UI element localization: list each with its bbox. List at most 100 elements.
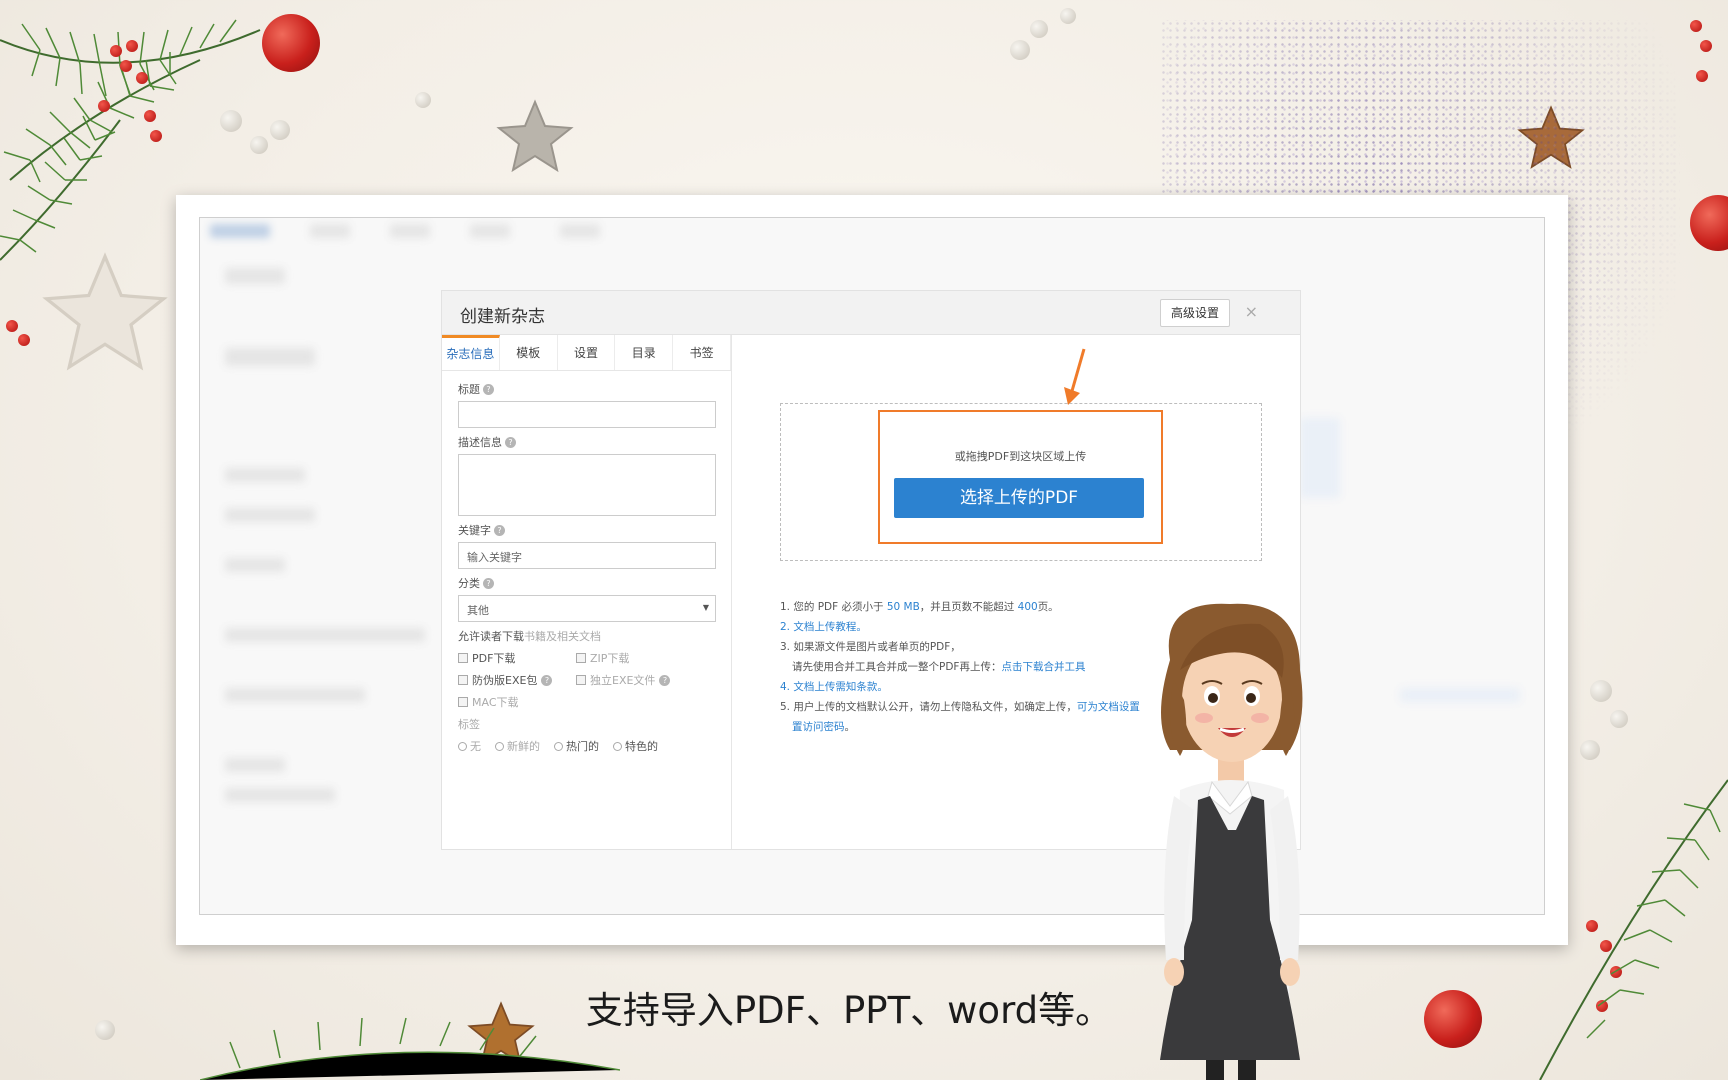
permissions-label-faint: 书籍及相关文档 — [524, 630, 601, 643]
keywords-label: 关键字 ? — [458, 522, 715, 538]
help-icon[interactable]: ? — [494, 524, 505, 536]
anti-exe-checkbox[interactable]: 防伪版EXE包? — [458, 672, 576, 688]
white-berry — [220, 110, 242, 132]
berry — [98, 100, 110, 112]
help-icon[interactable]: ? — [541, 674, 553, 686]
tag-radio-new[interactable]: 新鲜的 — [495, 738, 540, 754]
tab-magazine-info[interactable]: 杂志信息 — [442, 335, 500, 370]
note-4-link[interactable]: 4. 文档上传需知条款。 — [780, 677, 1200, 697]
radio-circle[interactable] — [458, 742, 467, 751]
anti-exe-label: 防伪版EXE包 — [472, 674, 538, 687]
tab-settings[interactable]: 设置 — [558, 335, 616, 370]
radio-circle[interactable] — [613, 742, 622, 751]
help-icon[interactable]: ? — [483, 577, 494, 589]
pdf-download-checkbox[interactable]: PDF下载 — [458, 650, 576, 666]
title-label-text: 标题 — [458, 383, 480, 396]
white-berry — [1610, 710, 1628, 728]
radio-circle[interactable] — [495, 742, 504, 751]
note-5: 5. 用户上传的文档默认公开，请勿上传隐私文件，如确定上传，可为文档设置 — [780, 697, 1200, 717]
tag-radio-hot[interactable]: 热门的 — [554, 738, 599, 754]
description-label-text: 描述信息 — [458, 436, 502, 449]
note-3: 3. 如果源文件是图片或者单页的PDF， — [780, 641, 961, 653]
help-icon[interactable]: ? — [483, 383, 494, 395]
tag-label-hot: 热门的 — [566, 740, 599, 753]
note-5-text: 5. 用户上传的文档默认公开，请勿上传隐私文件，如确定上传， — [780, 701, 1077, 713]
tag-radio-none[interactable]: 无 — [458, 738, 481, 754]
white-berry — [1030, 20, 1048, 38]
checkbox-box[interactable] — [576, 675, 586, 685]
magazine-info-form: 标题 ? 描述信息 ? 关键字 ? 输入关键字 分类 ? 其他 ▼ 允许读者下载… — [442, 371, 731, 760]
pdf-download-label: PDF下载 — [472, 652, 516, 665]
select-pdf-upload-button[interactable]: 选择上传的PDF — [894, 478, 1144, 518]
berry — [126, 40, 138, 52]
video-subtitle: 支持导入PDF、PPT、word等。 — [0, 980, 1728, 1034]
help-icon[interactable]: ? — [505, 436, 516, 448]
dialog-title: 创建新杂志 — [460, 307, 545, 327]
category-selected-value: 其他 — [467, 604, 489, 617]
category-select[interactable]: 其他 ▼ — [458, 595, 716, 622]
chevron-down-icon: ▼ — [702, 603, 709, 612]
tag-label: 标签 — [458, 718, 480, 731]
tab-contents[interactable]: 目录 — [615, 335, 674, 370]
checkbox-box[interactable] — [458, 675, 468, 685]
note-5-post: 。 — [844, 721, 856, 733]
mac-download-label: MAC下载 — [472, 696, 519, 709]
tab-bookmarks[interactable]: 书签 — [673, 335, 731, 370]
ornament-red-top — [262, 14, 320, 72]
zip-download-checkbox[interactable]: ZIP下载 — [576, 650, 694, 666]
note-1-post: 页。 — [1037, 601, 1059, 613]
note-1-pages: 400 — [1017, 601, 1038, 613]
advanced-settings-button[interactable]: 高级设置 — [1159, 299, 1230, 327]
tag-radio-featured[interactable]: 特色的 — [613, 738, 658, 754]
note-2-link[interactable]: 2. 文档上传教程。 — [780, 617, 1200, 637]
berry — [6, 320, 18, 332]
radio-circle[interactable] — [554, 742, 563, 751]
checkbox-box[interactable] — [458, 653, 468, 663]
tab-template[interactable]: 模板 — [500, 335, 558, 370]
checkbox-row: PDF下载 ZIP下载 — [458, 650, 715, 666]
note-3b: 请先使用合并工具合并成一整个PDF再上传：点击下载合并工具 — [780, 657, 1200, 677]
note-1-mid: ，并且页数不能超过 — [919, 601, 1018, 613]
help-icon[interactable]: ? — [659, 674, 671, 686]
standalone-exe-label: 独立EXE文件 — [590, 674, 656, 687]
close-icon[interactable]: × — [1245, 302, 1258, 321]
keywords-input[interactable]: 输入关键字 — [458, 542, 716, 569]
berry — [1696, 70, 1708, 82]
berry — [110, 45, 122, 57]
note-5b: 置访问密码。 — [780, 717, 1200, 737]
tag-label-featured: 特色的 — [625, 740, 658, 753]
keywords-label-text: 关键字 — [458, 524, 491, 537]
white-berry — [270, 120, 290, 140]
checkbox-box[interactable] — [576, 653, 586, 663]
set-password-link-cont[interactable]: 置访问密码 — [792, 721, 845, 733]
title-label: 标题 ? — [458, 381, 715, 397]
berry — [1700, 40, 1712, 52]
category-label: 分类 ? — [458, 575, 715, 591]
title-input[interactable] — [458, 401, 716, 428]
berry — [144, 110, 156, 122]
note-1: 1. 您的 PDF 必须小于 50 MB，并且页数不能超过 400页。 — [780, 597, 1200, 617]
standalone-exe-checkbox[interactable]: 独立EXE文件? — [576, 672, 694, 688]
white-berry — [1590, 680, 1612, 702]
ornament-red-right — [1690, 195, 1728, 251]
description-textarea[interactable] — [458, 454, 716, 516]
arrow-down-icon — [1064, 348, 1086, 405]
video-subtitle-text: 支持导入PDF、PPT、word等。 — [585, 989, 1113, 1032]
download-merge-tool-link[interactable]: 点击下载合并工具 — [1001, 661, 1085, 673]
berry — [120, 60, 132, 72]
zip-download-label: ZIP下载 — [590, 652, 630, 665]
berry — [150, 130, 162, 142]
checkbox-box[interactable] — [458, 697, 468, 707]
note-3b-text: 请先使用合并工具合并成一整个PDF再上传： — [792, 661, 1002, 673]
white-berry — [1580, 740, 1600, 760]
tag-label-new: 新鲜的 — [507, 740, 540, 753]
white-berry — [250, 136, 268, 154]
pdf-drop-zone[interactable]: 或拖拽PDF到这块区域上传 选择上传的PDF — [780, 403, 1262, 561]
dialog-tabs: 杂志信息 模板 设置 目录 书签 — [442, 335, 731, 371]
download-permissions-label: 允许读者下载书籍及相关文档 — [458, 628, 715, 644]
mac-download-checkbox[interactable]: MAC下载 — [458, 694, 576, 710]
drop-hint-text: 或拖拽PDF到这块区域上传 — [954, 450, 1087, 463]
white-berry — [1010, 40, 1030, 60]
star-white-left — [42, 252, 168, 371]
set-password-link[interactable]: 可为文档设置 — [1077, 701, 1140, 713]
